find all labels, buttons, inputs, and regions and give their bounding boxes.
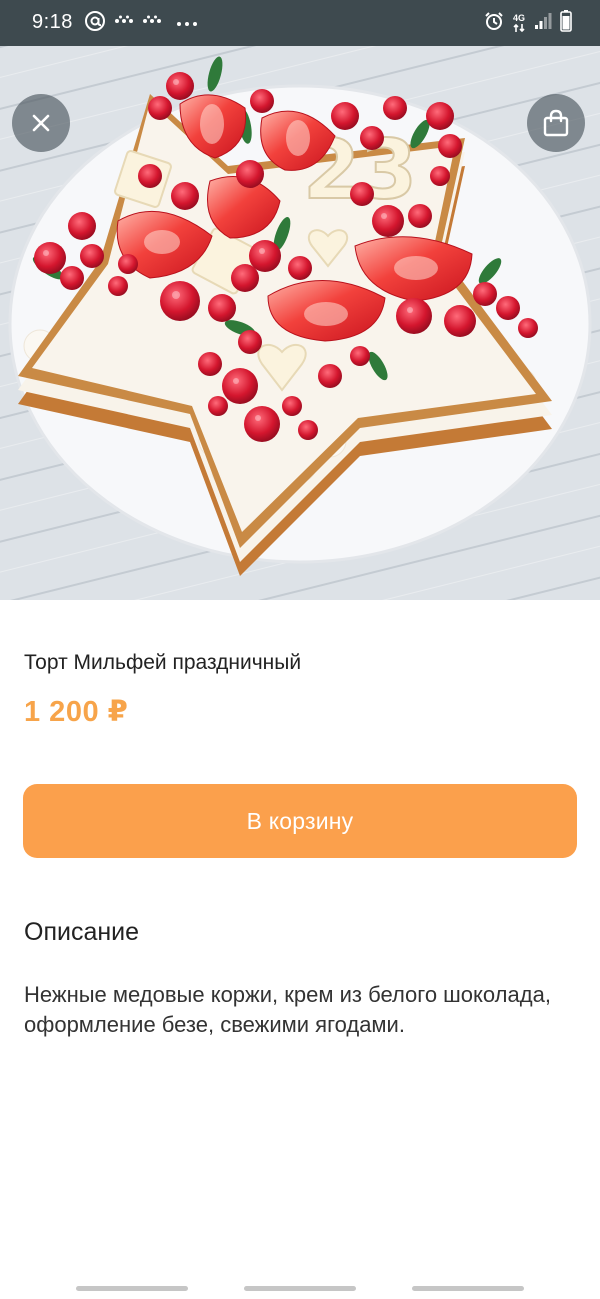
network-4g-icon: 4G xyxy=(512,13,526,33)
close-button[interactable] xyxy=(12,94,70,152)
description-text: Нежные медовые коржи, крем из белого шок… xyxy=(24,982,551,1037)
battery-icon xyxy=(560,9,572,37)
product-price: 1 200 ₽ xyxy=(24,696,129,728)
nav-recents-handle[interactable] xyxy=(76,1286,188,1291)
nav-home-handle[interactable] xyxy=(244,1286,356,1291)
close-icon xyxy=(31,113,51,133)
shopping-bag-icon xyxy=(543,109,569,137)
description-heading: Описание xyxy=(24,918,140,946)
at-sign-icon xyxy=(84,10,106,37)
more-dots-icon xyxy=(176,14,198,32)
messenger-icon xyxy=(114,14,134,33)
status-system-icons: 4G xyxy=(484,9,572,37)
product-title: Торт Мильфей праздничный xyxy=(24,651,302,674)
product-image: 23 xyxy=(0,46,600,600)
status-time: 9:18 xyxy=(32,11,73,33)
add-to-cart-button[interactable]: В корзину xyxy=(23,784,577,858)
alarm-icon xyxy=(484,11,504,36)
signal-icon xyxy=(534,12,552,35)
nav-back-handle[interactable] xyxy=(412,1286,524,1291)
cake-photo: 23 xyxy=(0,46,600,600)
status-bar: 9:18 4G xyxy=(0,0,600,46)
cart-button[interactable] xyxy=(527,94,585,152)
status-notification-icons xyxy=(84,9,198,37)
messenger-icon xyxy=(142,14,162,33)
